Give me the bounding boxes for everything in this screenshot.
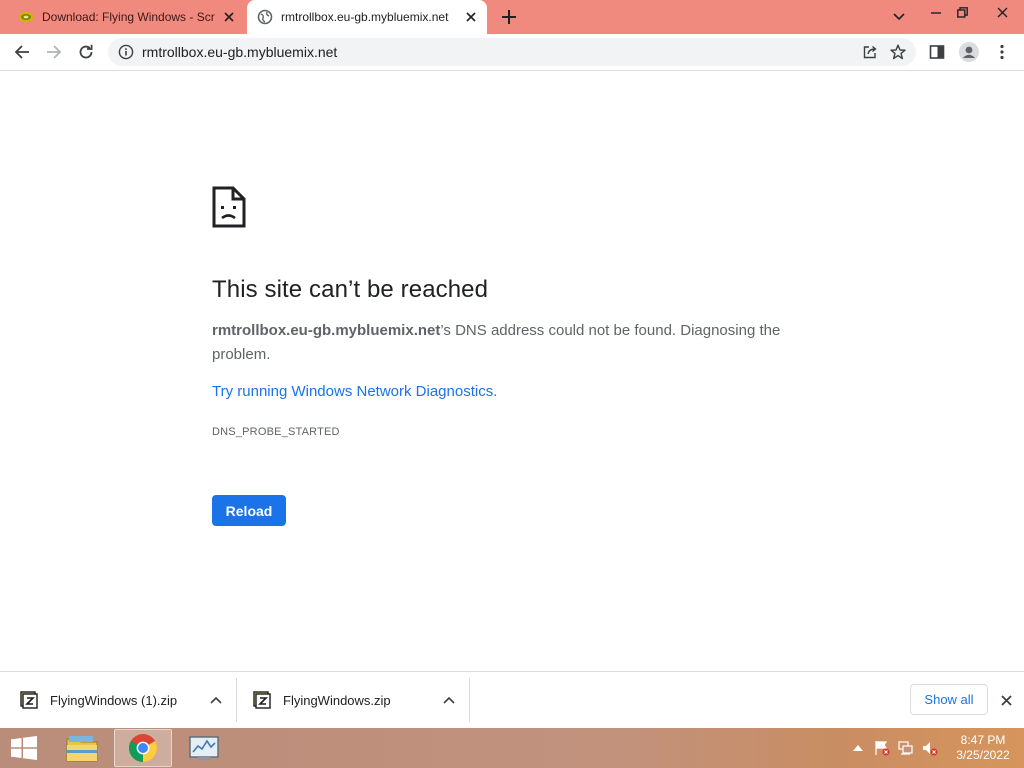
chrome-icon bbox=[129, 734, 157, 762]
taskbar-resource-monitor[interactable] bbox=[175, 729, 233, 767]
close-tab-icon[interactable] bbox=[461, 7, 481, 27]
arrow-right-icon bbox=[47, 45, 62, 59]
chevron-up-icon[interactable] bbox=[206, 690, 226, 710]
download-shelf: FlyingWindows (1).zip FlyingWindows.zip … bbox=[0, 671, 1024, 728]
close-icon bbox=[997, 7, 1007, 17]
refresh-icon bbox=[79, 44, 93, 59]
new-tab-button[interactable] bbox=[498, 6, 520, 28]
reload-button[interactable]: Reload bbox=[212, 495, 286, 526]
plus-icon bbox=[502, 10, 516, 24]
taskbar-chrome[interactable] bbox=[114, 729, 172, 767]
monitor-chart-icon bbox=[189, 736, 219, 760]
minimize-icon bbox=[931, 12, 941, 14]
tab-title: rmtrollbox.eu-gb.mybluemix.net bbox=[281, 10, 449, 24]
browser-toolbar: rmtrollbox.eu-gb.mybluemix.net bbox=[0, 34, 1024, 71]
side-panel-button[interactable] bbox=[923, 38, 951, 66]
tab-title: Download: Flying Windows - Scr bbox=[42, 10, 215, 24]
windows-taskbar: 8:47 PM 3/25/2022 bbox=[0, 728, 1024, 768]
arrow-left-icon bbox=[14, 45, 29, 59]
tab-strip: Download: Flying Windows - Scr rmtrollbo… bbox=[0, 0, 1024, 34]
clock-time: 8:47 PM bbox=[960, 733, 1006, 747]
download-site-icon bbox=[18, 9, 34, 25]
zip-file-icon bbox=[253, 691, 271, 709]
avatar-icon bbox=[959, 42, 979, 62]
restore-button[interactable] bbox=[945, 0, 979, 24]
info-icon[interactable] bbox=[118, 44, 134, 60]
folder-icon bbox=[66, 736, 98, 762]
close-shelf-icon[interactable] bbox=[996, 690, 1016, 710]
side-panel-icon bbox=[929, 45, 945, 59]
error-code: DNS_PROBE_STARTED bbox=[212, 426, 340, 438]
chevron-down-icon bbox=[893, 13, 905, 21]
forward-button[interactable] bbox=[40, 38, 68, 66]
download-filename: FlyingWindows (1).zip bbox=[50, 692, 178, 708]
close-window-button[interactable] bbox=[985, 0, 1019, 24]
error-host: rmtrollbox.eu-gb.mybluemix.net bbox=[212, 322, 441, 339]
close-tab-icon[interactable] bbox=[219, 7, 239, 27]
chevron-up-icon[interactable] bbox=[439, 690, 459, 710]
globe-icon bbox=[257, 9, 273, 25]
share-icon[interactable] bbox=[856, 38, 884, 66]
network-icon[interactable] bbox=[898, 740, 914, 756]
network-diagnostics-link[interactable]: Try running Windows Network Diagnostics. bbox=[212, 383, 497, 400]
zip-file-icon bbox=[20, 691, 38, 709]
start-button[interactable] bbox=[4, 732, 44, 764]
restore-icon bbox=[956, 6, 968, 18]
bookmark-star-icon[interactable] bbox=[884, 38, 912, 66]
show-hidden-icons-icon[interactable] bbox=[850, 740, 866, 756]
action-center-flag-icon[interactable] bbox=[874, 740, 890, 756]
volume-muted-icon[interactable] bbox=[922, 740, 938, 756]
tab-rmtrollbox[interactable]: rmtrollbox.eu-gb.mybluemix.net bbox=[247, 0, 487, 34]
system-clock[interactable]: 8:47 PM 3/25/2022 bbox=[948, 733, 1018, 763]
show-all-button[interactable]: Show all bbox=[910, 684, 988, 715]
error-title: This site can’t be reached bbox=[212, 276, 489, 303]
windows-logo-icon bbox=[11, 736, 37, 760]
download-item[interactable]: FlyingWindows.zip bbox=[253, 678, 459, 722]
sad-document-icon bbox=[212, 186, 246, 228]
kebab-menu-icon bbox=[1000, 44, 1004, 60]
address-bar[interactable]: rmtrollbox.eu-gb.mybluemix.net bbox=[108, 38, 916, 66]
download-separator bbox=[236, 678, 237, 722]
url-text[interactable]: rmtrollbox.eu-gb.mybluemix.net bbox=[142, 44, 856, 60]
error-description: rmtrollbox.eu-gb.mybluemix.net’s DNS add… bbox=[212, 319, 802, 367]
reload-toolbar-button[interactable] bbox=[72, 38, 100, 66]
download-separator bbox=[469, 678, 470, 722]
download-filename: FlyingWindows.zip bbox=[283, 692, 391, 708]
taskbar-file-explorer[interactable] bbox=[53, 729, 111, 767]
profile-button[interactable] bbox=[955, 38, 983, 66]
clock-date: 3/25/2022 bbox=[956, 748, 1010, 762]
tab-search-button[interactable] bbox=[882, 5, 916, 29]
tab-download-flying-windows[interactable]: Download: Flying Windows - Scr bbox=[8, 0, 245, 34]
back-button[interactable] bbox=[8, 38, 36, 66]
menu-button[interactable] bbox=[988, 38, 1016, 66]
download-item[interactable]: FlyingWindows (1).zip bbox=[20, 678, 226, 722]
